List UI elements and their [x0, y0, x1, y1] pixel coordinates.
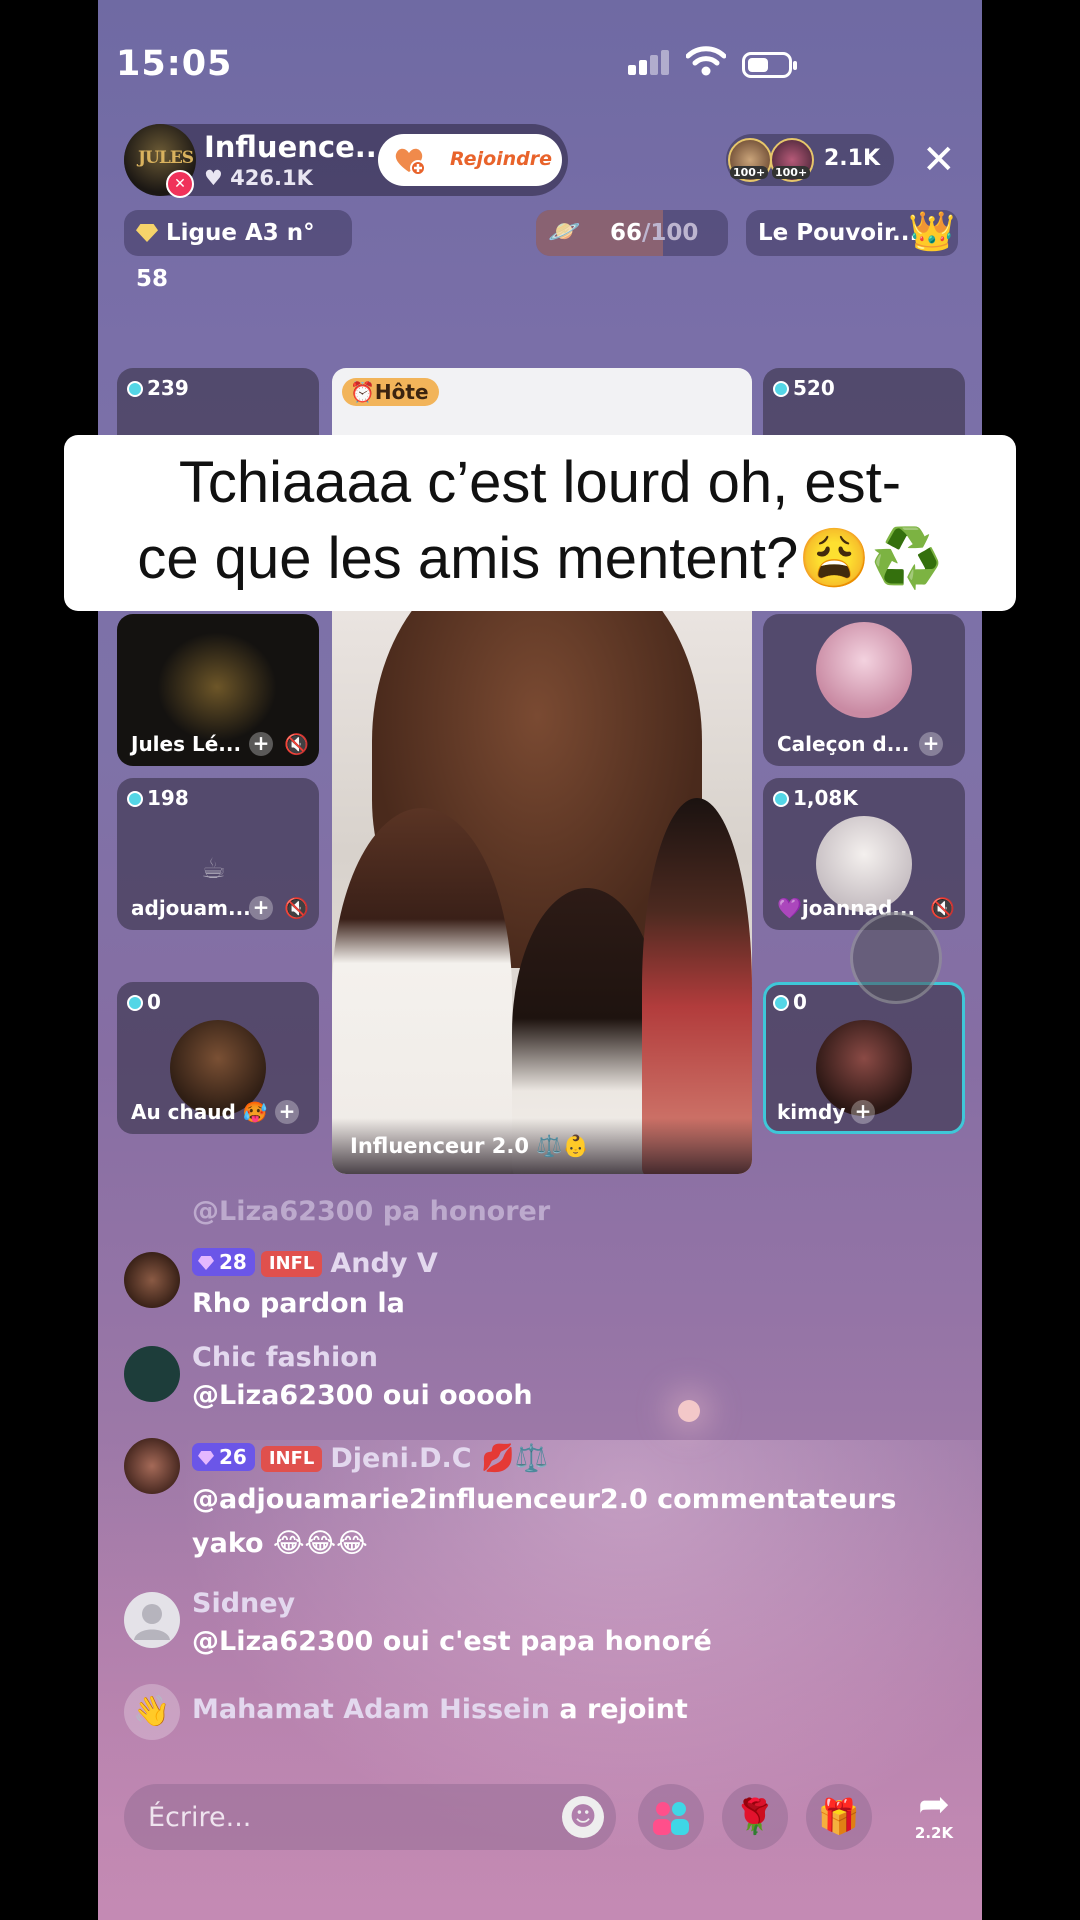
chat-username[interactable]: Sidney	[192, 1588, 295, 1619]
guest-tile[interactable]: 0 Au chaud 🥵 +	[117, 982, 319, 1134]
guest-score: 239	[127, 376, 189, 400]
chat-join-action: a rejoint	[559, 1694, 688, 1725]
default-user-icon	[134, 1604, 170, 1640]
status-time: 15:05	[116, 44, 233, 84]
share-button[interactable]: ➦ 2.2K	[898, 1784, 970, 1856]
level-badge: 26	[192, 1443, 255, 1471]
chat-message: @Liza62300 oui c'est papa honoré	[192, 1626, 712, 1657]
guest-score: 520	[793, 376, 835, 400]
coin-icon	[773, 791, 789, 807]
muted-mic-icon: 🔇	[284, 896, 309, 920]
join-button[interactable]: Rejoindre	[378, 134, 562, 186]
power-label: Le Pouvoir...	[758, 220, 919, 246]
heart-icon: ♥	[204, 166, 223, 190]
chat-avatar[interactable]	[124, 1346, 180, 1402]
goal-total: /100	[642, 220, 699, 246]
chat-avatar[interactable]	[124, 1438, 180, 1494]
goal-pill[interactable]: 🪐 66/100	[536, 210, 728, 256]
add-guest-icon[interactable]: +	[249, 896, 273, 920]
guest-tile[interactable]: Caleçon d... +	[763, 614, 965, 766]
diamond-icon	[198, 1256, 214, 1270]
host-likes-count: 426.1K	[230, 166, 313, 190]
coin-icon	[127, 381, 143, 397]
guest-video	[157, 632, 277, 742]
add-guest-icon[interactable]: +	[275, 1100, 299, 1124]
guest-score: 0	[147, 990, 161, 1014]
add-guest-icon[interactable]: +	[851, 1100, 875, 1124]
chat-message-faded: @Liza62300 pa honorer	[192, 1196, 551, 1227]
infl-badge: INFL	[260, 1251, 323, 1277]
share-count: 2.2K	[914, 1824, 954, 1842]
host-likes: ♥ 426.1K	[204, 166, 313, 190]
emoji-icon[interactable]: ☻	[562, 1796, 604, 1838]
host-video-label: Influenceur 2.0 ⚖️👶	[332, 1118, 752, 1174]
guest-name: kimdy	[777, 1100, 846, 1124]
muted-mic-icon: 🔇	[284, 732, 309, 756]
viewer-badge: 100+	[772, 166, 811, 179]
muted-mic-icon: ✕	[166, 170, 194, 198]
chat-username[interactable]: Mahamat Adam Hissein	[192, 1694, 550, 1725]
viewer-count[interactable]: 2.1K	[824, 146, 880, 171]
rose-gift-icon[interactable]: 🌹	[722, 1784, 788, 1850]
add-guest-icon[interactable]: +	[919, 732, 943, 756]
host-badge: ⏰Hôte	[342, 378, 439, 406]
guest-tile[interactable]: Jules Lé... + 🔇	[117, 614, 319, 766]
diamond-icon	[136, 224, 158, 242]
guest-name: Au chaud 🥵	[131, 1100, 268, 1124]
guest-name: adjouam...	[131, 896, 251, 920]
guest-score: 1,08K	[793, 786, 858, 810]
diamond-icon	[198, 1451, 214, 1465]
planet-icon: 🪐	[548, 217, 581, 247]
cup-icon: ☕	[201, 852, 227, 885]
guest-name: Jules Lé...	[131, 732, 242, 756]
chat-avatar[interactable]	[124, 1592, 180, 1648]
heart-plus-icon	[395, 148, 426, 176]
league-pill[interactable]: Ligue A3 n° 58	[124, 210, 352, 292]
wifi-icon	[686, 46, 726, 76]
chat-username[interactable]: Chic fashion	[192, 1342, 378, 1373]
chat-username[interactable]: Andy V	[330, 1248, 437, 1279]
guest-score: 198	[147, 786, 189, 810]
chat-message: @Liza62300 oui ooooh	[192, 1380, 533, 1411]
guest-name: Caleçon d...	[777, 732, 910, 756]
host-name[interactable]: Influence...	[204, 130, 388, 164]
guest-avatar	[816, 622, 912, 718]
crown-icon[interactable]: 👑	[908, 208, 955, 254]
caption-line: Tchiaaaa c’est lourd oh, est-	[178, 450, 902, 515]
chat-username[interactable]: Djeni.D.C 💋⚖️	[330, 1443, 548, 1474]
coin-icon	[127, 791, 143, 807]
guest-score: 0	[793, 990, 807, 1014]
comment-input[interactable]: Écrire...	[124, 1784, 616, 1850]
close-icon[interactable]: ✕	[922, 140, 956, 180]
chat-message: yako 😂😂😂	[192, 1528, 368, 1559]
guest-tile[interactable]: 1,08K 💜joannad... 🔇	[763, 778, 965, 930]
signal-icon	[628, 50, 672, 75]
comment-placeholder: Écrire...	[148, 1802, 252, 1833]
guest-tile[interactable]: 198 ☕ adjouam... + 🔇	[117, 778, 319, 930]
viewer-badge: 100+	[730, 166, 769, 179]
caption-banner: Tchiaaaa c’est lourd oh, est- ce que les…	[64, 435, 1016, 611]
muted-mic-icon: 🔇	[930, 896, 955, 920]
level-badge: 28	[192, 1248, 255, 1276]
sun-glow	[678, 1400, 700, 1422]
chat-message: Rho pardon la	[192, 1288, 405, 1319]
chat-message: @adjouamarie2influenceur2.0 commentateur…	[192, 1484, 897, 1515]
infl-badge: INFL	[260, 1446, 323, 1472]
battery-icon	[742, 52, 797, 78]
assistive-touch-button[interactable]	[850, 912, 942, 1004]
guest-tile[interactable]: 0 kimdy +	[763, 982, 965, 1134]
join-button-label: Rejoindre	[450, 148, 553, 170]
coin-icon	[773, 381, 789, 397]
chat-avatar[interactable]	[124, 1252, 180, 1308]
alarm-icon: ⏰	[350, 380, 375, 404]
wave-hand-icon: 👋	[124, 1684, 180, 1740]
goal-current: 66	[610, 220, 643, 246]
add-guest-icon[interactable]: +	[249, 732, 273, 756]
gift-icon[interactable]: 🎁	[806, 1784, 872, 1850]
coin-icon	[127, 995, 143, 1011]
coin-icon	[773, 995, 789, 1011]
caption-line: ce que les amis mentent?😩♻️	[137, 526, 943, 591]
guests-icon[interactable]	[638, 1784, 704, 1850]
share-icon: ➦	[918, 1782, 950, 1826]
